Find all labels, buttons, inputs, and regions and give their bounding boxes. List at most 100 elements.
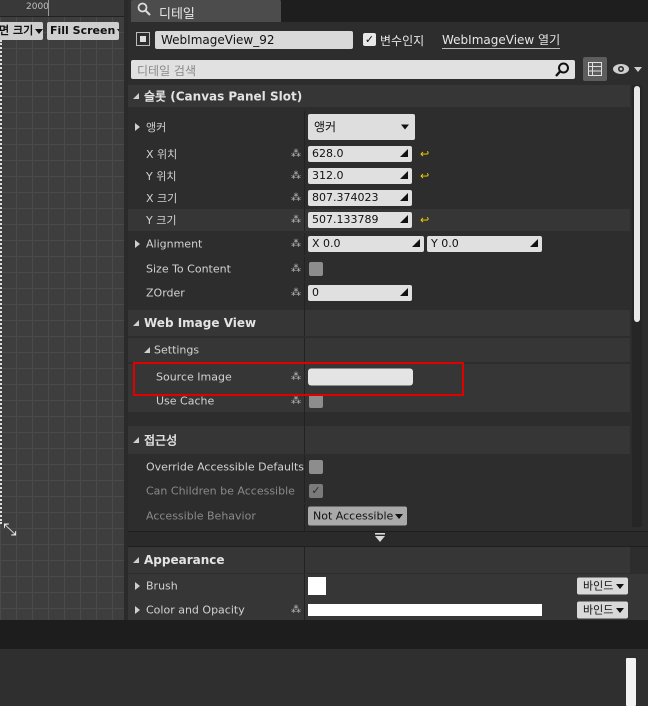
- can-children-checkbox: ✓: [309, 484, 323, 498]
- x-size-value: 807.374023: [312, 191, 379, 204]
- zorder-value: 0: [312, 286, 319, 299]
- open-webimageview-link[interactable]: WebImageView 열기: [442, 31, 561, 49]
- alignment-row: Alignment ⁂ X 0.0 Y 0.0: [128, 233, 630, 255]
- binding-icon[interactable]: ⁂: [291, 193, 301, 204]
- accessible-behavior-label: Accessible Behavior: [146, 509, 256, 523]
- x-position-row: X 위치 ⁂ 628.0 ↩: [128, 143, 630, 165]
- alignment-label: Alignment: [146, 237, 203, 251]
- size-to-content-row: Size To Content ⁂: [128, 257, 630, 281]
- binding-icon[interactable]: ⁂: [291, 239, 301, 250]
- settings-group[interactable]: Settings: [128, 338, 630, 362]
- reset-arrow-icon[interactable]: ↩: [420, 148, 429, 161]
- ruler-label: 2000: [26, 2, 49, 12]
- highlight-box: [133, 362, 464, 396]
- settings-label: Settings: [154, 343, 200, 357]
- zorder-field[interactable]: 0: [308, 285, 412, 301]
- x-size-label: X 크기: [146, 192, 178, 205]
- anchor-dropdown[interactable]: 앵커: [308, 114, 415, 140]
- chevron-down-icon: [401, 124, 409, 130]
- eye-icon[interactable]: [612, 61, 644, 77]
- reset-arrow-icon[interactable]: ↩: [420, 170, 429, 183]
- bottom-scrollbar-thumb[interactable]: [626, 658, 636, 706]
- bind-button[interactable]: 바인드: [577, 601, 628, 619]
- resize-handle-icon[interactable]: ⤡: [3, 520, 17, 540]
- widget-type-icon: [136, 32, 150, 46]
- accessible-behavior-value: Not Accessible: [313, 509, 394, 523]
- size-to-content-label: Size To Content: [146, 262, 231, 276]
- y-size-label: Y 크기: [146, 214, 177, 227]
- screen-size-label: 면 크기: [0, 24, 34, 37]
- use-cache-checkbox[interactable]: [309, 394, 323, 408]
- y-size-row: Y 크기 ⁂ 507.133789 ↩: [128, 209, 630, 231]
- chevron-down-icon: [117, 28, 119, 34]
- ruler-tick: [48, 0, 49, 16]
- panel-splitter[interactable]: [0, 620, 648, 649]
- widget-name-field[interactable]: WebImageView_92: [155, 31, 353, 49]
- expanded-arrow-icon: [133, 437, 139, 443]
- x-size-row: X 크기 ⁂ 807.374023: [128, 187, 630, 209]
- expanded-arrow-icon: [133, 320, 139, 326]
- binding-icon[interactable]: ⁂: [291, 288, 301, 299]
- category-title: Appearance: [144, 553, 225, 567]
- expanded-arrow-icon: [144, 347, 150, 353]
- y-size-value: 507.133789: [312, 213, 379, 226]
- chevron-down-icon: [35, 28, 43, 34]
- alignment-x-field[interactable]: X 0.0: [308, 236, 424, 252]
- category-accessibility[interactable]: 접근성: [128, 426, 630, 454]
- expanded-arrow-icon: [133, 557, 139, 563]
- x-position-label: X 위치: [146, 148, 178, 161]
- collapsed-arrow-icon[interactable]: [135, 123, 140, 131]
- collapsed-arrow-icon[interactable]: [135, 582, 140, 590]
- anchor-label: 앵커: [146, 121, 167, 134]
- brush-preview[interactable]: [308, 577, 326, 595]
- fill-screen-dropdown[interactable]: Fill Screen: [47, 22, 119, 40]
- override-accessible-row: Override Accessible Defaults: [128, 455, 630, 479]
- bind-button[interactable]: 바인드: [577, 577, 628, 595]
- override-accessible-label: Override Accessible Defaults: [146, 460, 305, 474]
- binding-icon[interactable]: ⁂: [291, 605, 301, 616]
- alignment-y-field[interactable]: Y 0.0: [427, 236, 542, 252]
- reset-arrow-icon[interactable]: ↩: [420, 214, 429, 227]
- accessible-behavior-dropdown: Not Accessible: [308, 506, 407, 526]
- anchor-value: 앵커: [314, 120, 337, 134]
- chevron-down-icon: [395, 513, 403, 519]
- zorder-row: ZOrder ⁂ 0: [128, 282, 630, 304]
- size-to-content-checkbox[interactable]: [309, 262, 323, 276]
- accessible-behavior-row: Accessible Behavior Not Accessible: [128, 504, 630, 528]
- bind-button-label: 바인드: [583, 603, 614, 617]
- collapsed-arrow-icon[interactable]: [135, 606, 140, 614]
- y-size-field[interactable]: 507.133789: [308, 212, 412, 228]
- y-position-field[interactable]: 312.0: [308, 168, 412, 184]
- alignment-x-value: X 0.0: [312, 237, 341, 250]
- binding-icon[interactable]: ⁂: [291, 264, 301, 275]
- category-slot[interactable]: 슬롯 (Canvas Panel Slot): [128, 85, 630, 107]
- magnifier-icon: [137, 2, 151, 16]
- is-variable-checkbox[interactable]: ✓: [363, 33, 376, 46]
- x-position-field[interactable]: 628.0: [308, 146, 412, 162]
- details-tab[interactable]: 디테일: [131, 0, 281, 22]
- binding-icon[interactable]: ⁂: [291, 396, 301, 407]
- binding-icon[interactable]: ⁂: [291, 215, 301, 226]
- binding-icon[interactable]: ⁂: [291, 171, 301, 182]
- alignment-y-value: Y 0.0: [431, 237, 459, 250]
- designer-viewport[interactable]: 2000 면 크기 Fill Screen ⤡: [0, 0, 124, 620]
- category-title: 접근성: [144, 433, 178, 448]
- expand-down-icon: [375, 533, 385, 542]
- collapsed-arrow-icon[interactable]: [135, 240, 140, 248]
- category-web-image-view[interactable]: Web Image View: [128, 310, 630, 336]
- category-title: Web Image View: [144, 316, 257, 330]
- tab-strip: [281, 0, 648, 22]
- screen-size-dropdown[interactable]: 면 크기: [0, 22, 43, 40]
- color-swatch[interactable]: [308, 604, 542, 616]
- fill-screen-label: Fill Screen: [50, 24, 116, 37]
- binding-icon[interactable]: ⁂: [291, 149, 301, 160]
- category-appearance[interactable]: Appearance: [128, 547, 630, 573]
- scrollbar-thumb[interactable]: [634, 86, 640, 322]
- x-size-field[interactable]: 807.374023: [308, 190, 412, 206]
- bottom-panel: [0, 649, 648, 706]
- details-search-input[interactable]: 디테일 검색: [131, 60, 575, 79]
- show-advanced-button[interactable]: [128, 531, 648, 547]
- property-matrix-button[interactable]: [583, 57, 607, 81]
- details-panel: 디테일 WebImageView_92 ✓ 변수인지 WebImageView …: [128, 0, 648, 620]
- override-accessible-checkbox[interactable]: [309, 460, 323, 474]
